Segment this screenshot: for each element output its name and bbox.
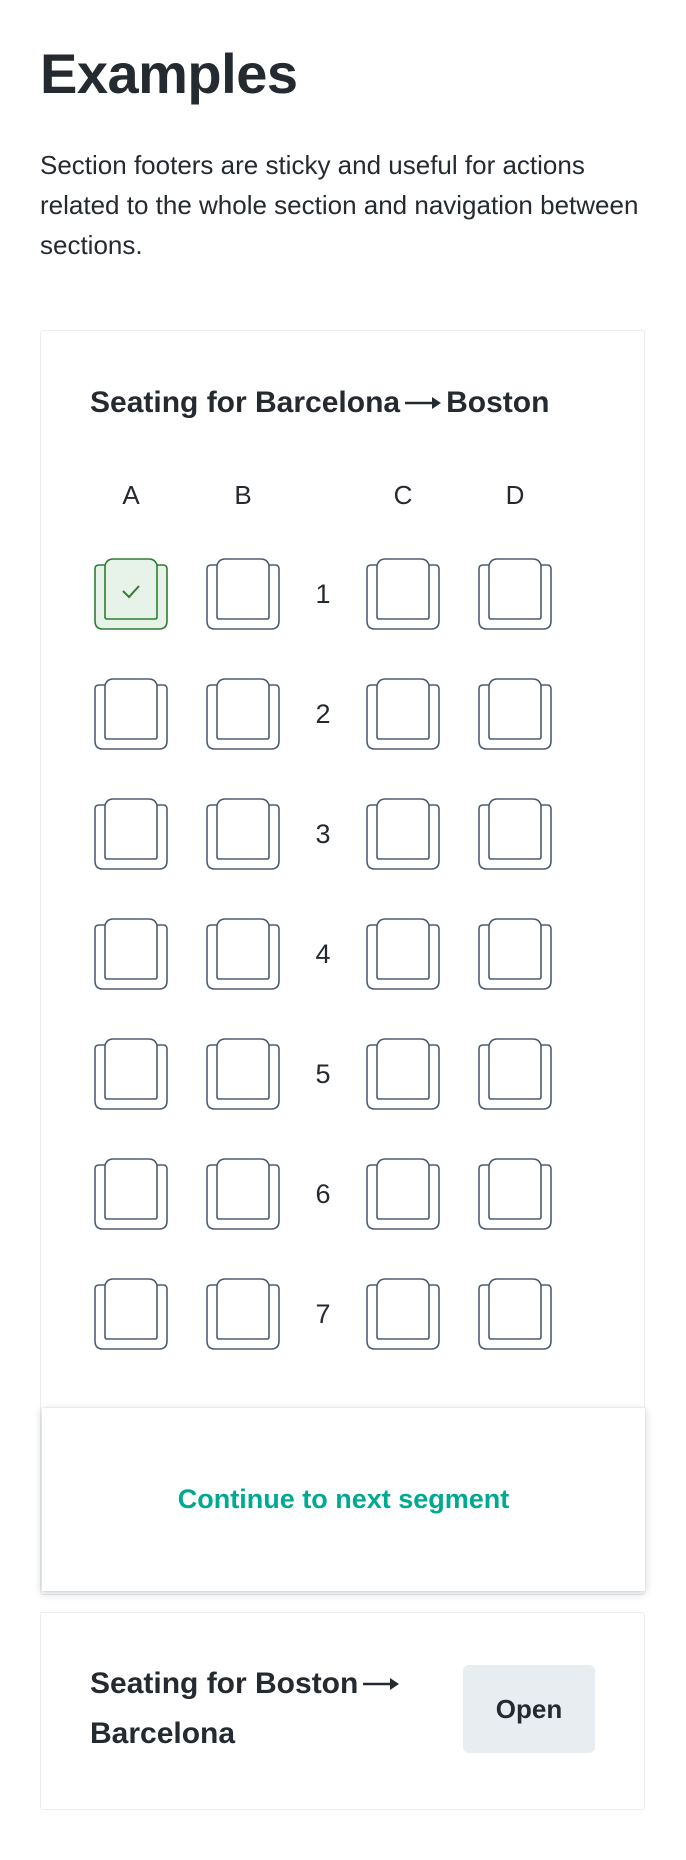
seat-2d[interactable]: [475, 677, 555, 751]
row-label-1: 1: [315, 579, 331, 609]
seat-selected-1a[interactable]: [91, 557, 171, 631]
seat-7d[interactable]: [475, 1277, 555, 1351]
seat-4c[interactable]: [363, 917, 443, 991]
seat-icon: [366, 678, 440, 750]
column-label-d: D: [505, 480, 525, 510]
column-label-a: A: [122, 480, 140, 510]
seat-3d[interactable]: [475, 797, 555, 871]
row-label-3: 3: [315, 819, 331, 849]
section-title-to: Boston: [446, 386, 550, 419]
section-title-from: Seating for Boston: [90, 1667, 359, 1700]
row-label-7: 7: [315, 1299, 331, 1329]
row-label-5: 5: [315, 1059, 331, 1089]
row-label-2: 2: [315, 699, 331, 729]
seat-icon: [206, 1038, 280, 1110]
seat-icon: [206, 918, 280, 990]
seat-icon: [94, 1038, 168, 1110]
seat-6d[interactable]: [475, 1157, 555, 1231]
section-title-from: Seating for Barcelona: [90, 386, 401, 419]
arrow-right-icon: [404, 383, 442, 423]
seat-icon: [206, 1278, 280, 1350]
seat-icon: [206, 558, 280, 630]
open-section-button[interactable]: Open: [463, 1665, 595, 1753]
seat-3c[interactable]: [363, 797, 443, 871]
seat-icon: [94, 798, 168, 870]
continue-to-next-segment-button[interactable]: Continue to next segment: [178, 1484, 510, 1515]
column-label-b: B: [234, 480, 252, 510]
seat-icon: [94, 918, 168, 990]
section-title-to: Barcelona: [90, 1717, 236, 1750]
seat-icon: [478, 558, 552, 630]
seat-icon: [478, 918, 552, 990]
section-boston-barcelona: Seating for Boston Barcelona Open: [40, 1612, 645, 1810]
seat-7a[interactable]: [91, 1277, 171, 1351]
seat-icon: [366, 918, 440, 990]
seat-1c[interactable]: [363, 557, 443, 631]
seat-icon: [94, 1278, 168, 1350]
seat-5a[interactable]: [91, 1037, 171, 1111]
seat-icon: [366, 558, 440, 630]
seat-icon: [478, 1038, 552, 1110]
seat-4b[interactable]: [203, 917, 283, 991]
seat-icon: [366, 1038, 440, 1110]
seat-1b[interactable]: [203, 557, 283, 631]
seat-2b[interactable]: [203, 677, 283, 751]
seat-3b[interactable]: [203, 797, 283, 871]
seat-icon: [206, 1158, 280, 1230]
seat-icon: [366, 798, 440, 870]
seat-icon: [478, 1158, 552, 1230]
seat-7c[interactable]: [363, 1277, 443, 1351]
section-barcelona-boston: Seating for Barcelona Boston A B C D 1 2 3 4 5 6 7: [40, 330, 645, 1595]
seat-selected-icon: [94, 558, 168, 630]
seat-6c[interactable]: [363, 1157, 443, 1231]
section-footer: Continue to next segment: [42, 1408, 645, 1591]
section-title: Seating for Barcelona Boston: [90, 383, 549, 423]
page-intro: Section footers are sticky and useful fo…: [40, 150, 639, 260]
seat-icon: [478, 678, 552, 750]
seat-icon: [478, 1278, 552, 1350]
seat-6a[interactable]: [91, 1157, 171, 1231]
seat-4d[interactable]: [475, 917, 555, 991]
seat-icon: [94, 1158, 168, 1230]
seat-5d[interactable]: [475, 1037, 555, 1111]
seat-7b[interactable]: [203, 1277, 283, 1351]
column-label-c: C: [393, 480, 413, 510]
page-title: Examples: [40, 42, 298, 105]
seat-1d[interactable]: [475, 557, 555, 631]
seat-icon: [366, 1158, 440, 1230]
seat-icon: [478, 798, 552, 870]
seat-icon: [366, 1278, 440, 1350]
row-label-6: 6: [315, 1179, 331, 1209]
seat-4a[interactable]: [91, 917, 171, 991]
seat-6b[interactable]: [203, 1157, 283, 1231]
seat-2c[interactable]: [363, 677, 443, 751]
seat-3a[interactable]: [91, 797, 171, 871]
seat-icon: [206, 678, 280, 750]
seat-icon: [94, 678, 168, 750]
row-label-4: 4: [315, 939, 331, 969]
seat-2a[interactable]: [91, 677, 171, 751]
arrow-right-icon: [362, 1659, 400, 1709]
seat-icon: [206, 798, 280, 870]
seat-5c[interactable]: [363, 1037, 443, 1111]
section-title: Seating for Boston Barcelona: [90, 1659, 420, 1759]
seat-5b[interactable]: [203, 1037, 283, 1111]
